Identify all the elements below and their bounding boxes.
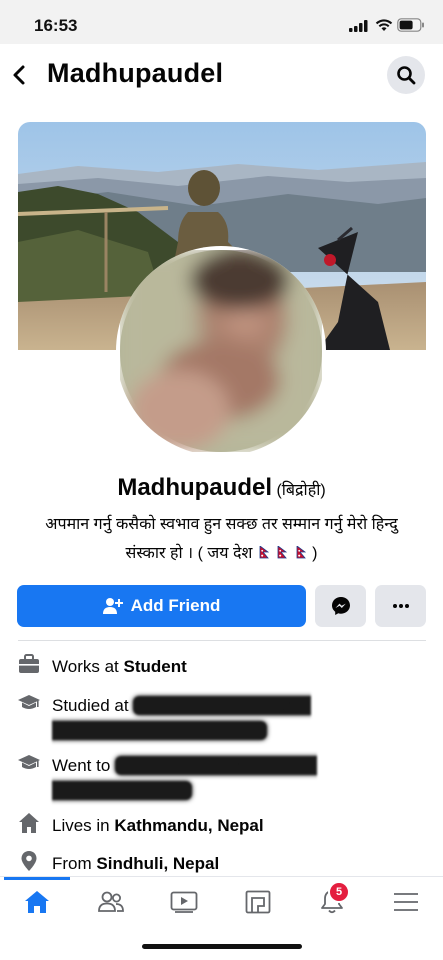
work-value[interactable]: Student bbox=[124, 657, 187, 676]
profile-name-row: Madhupaudel (बिद्रोही) bbox=[0, 474, 443, 502]
cellular-signal-icon bbox=[349, 20, 368, 32]
bio-line-2-end: ) bbox=[312, 545, 318, 562]
work-prefix: Works at bbox=[52, 657, 119, 676]
from-value[interactable]: Sindhuli, Nepal bbox=[96, 854, 219, 873]
wifi-icon bbox=[375, 19, 393, 31]
profile-header: Madhupaudel bbox=[0, 44, 443, 106]
page-title: Madhupaudel bbox=[47, 58, 224, 88]
ellipsis-icon bbox=[392, 604, 409, 608]
graduation-cap-icon bbox=[18, 755, 40, 769]
detail-from-text: From Sindhuli, Nepal bbox=[52, 851, 392, 876]
profile-picture[interactable] bbox=[116, 246, 326, 456]
add-friend-button[interactable]: Add Friend bbox=[17, 585, 306, 627]
nepal-flag-icon bbox=[296, 546, 306, 559]
bio-line-2: संस्कार हो । ( जय देश ) bbox=[18, 539, 425, 568]
status-time: 16:53 bbox=[34, 16, 78, 35]
nepal-flag-icon bbox=[277, 546, 288, 559]
bio-line-1: अपमान गर्नु कसैको स्वभाव हुन सक्छ तर सम्… bbox=[45, 516, 398, 533]
bio-line-2-text: संस्कार हो । ( जय देश bbox=[125, 545, 253, 562]
hamburger-menu-icon bbox=[394, 893, 418, 911]
lives-value[interactable]: Kathmandu, Nepal bbox=[114, 816, 263, 835]
battery-icon bbox=[397, 18, 424, 32]
from-prefix: From bbox=[52, 854, 92, 873]
notification-badge: 5 bbox=[328, 881, 350, 903]
home-tab[interactable] bbox=[17, 885, 57, 919]
studied-prefix: Studied at bbox=[52, 696, 129, 715]
notifications-tab[interactable]: 5 bbox=[312, 881, 352, 919]
briefcase-icon bbox=[19, 654, 39, 673]
location-pin-icon bbox=[21, 851, 37, 871]
lives-prefix: Lives in bbox=[52, 816, 110, 835]
search-icon bbox=[397, 66, 416, 85]
active-tab-indicator bbox=[4, 877, 70, 880]
marketplace-icon bbox=[245, 890, 271, 914]
section-divider bbox=[18, 640, 426, 641]
video-icon bbox=[170, 891, 198, 913]
detail-lives-text: Lives in Kathmandu, Nepal bbox=[52, 813, 392, 838]
chevron-left-icon bbox=[13, 65, 25, 85]
went-prefix: Went to bbox=[52, 756, 111, 775]
menu-tab[interactable] bbox=[386, 885, 426, 919]
bottom-tab-bar: 5 bbox=[0, 876, 443, 927]
home-icon bbox=[19, 813, 39, 833]
detail-work-text: Works at Student bbox=[52, 654, 392, 679]
graduation-cap-icon bbox=[18, 695, 40, 709]
add-friend-icon bbox=[102, 597, 123, 615]
more-options-button[interactable] bbox=[375, 585, 426, 627]
message-button[interactable] bbox=[315, 585, 366, 627]
search-button[interactable] bbox=[387, 56, 425, 94]
home-indicator[interactable] bbox=[142, 944, 302, 949]
watch-tab[interactable] bbox=[164, 885, 204, 919]
profile-bio: अपमान गर्नु कसैको स्वभाव हुन सक्छ तर सम्… bbox=[18, 510, 425, 568]
back-button[interactable] bbox=[8, 58, 32, 92]
friends-icon bbox=[98, 891, 124, 912]
marketplace-tab[interactable] bbox=[238, 885, 278, 919]
profile-name: Madhupaudel bbox=[117, 474, 272, 501]
messenger-icon bbox=[331, 597, 350, 615]
avatar-image bbox=[120, 250, 322, 452]
friends-tab[interactable] bbox=[91, 885, 131, 919]
home-icon bbox=[25, 891, 49, 913]
nepal-flag-icon bbox=[259, 546, 269, 559]
add-friend-label: Add Friend bbox=[130, 596, 221, 615]
detail-went-text: Went to Shree Chandrawati Higher Seconda… bbox=[52, 753, 392, 803]
detail-studied-text: Studied at Bijaya Memorial Higher Second… bbox=[52, 693, 392, 743]
status-bar: 16:53 bbox=[0, 0, 443, 44]
profile-name-suffix: (बिद्रोही) bbox=[276, 482, 326, 499]
